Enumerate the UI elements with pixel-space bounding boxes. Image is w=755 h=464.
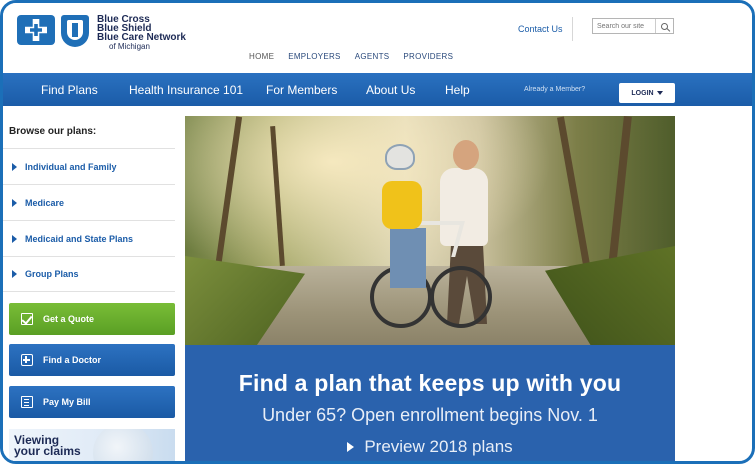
claims-line-2: your claims (14, 444, 81, 458)
play-icon (12, 198, 17, 207)
sidebar-item-medicaid[interactable]: Medicaid and State Plans (3, 220, 175, 256)
sidebar-item-group-plans[interactable]: Group Plans (3, 256, 175, 292)
search-icon (661, 22, 668, 30)
claims-photo (93, 429, 153, 461)
main-nav: Find Plans Health Insurance 101 For Memb… (3, 73, 752, 106)
bill-icon (21, 396, 33, 408)
topnav-home[interactable]: HOME (249, 52, 274, 61)
hero-headline: Find a plan that keeps up with you (238, 370, 622, 396)
pay-my-bill-button[interactable]: Pay My Bill (9, 386, 175, 418)
logo-sub: of Michigan (109, 42, 150, 51)
play-icon (347, 442, 355, 452)
caret-down-icon (656, 91, 663, 95)
logo-text: Blue Cross Blue Shield Blue Care Network… (97, 15, 186, 52)
sidebar-item-label: Individual and Family (25, 161, 117, 172)
topnav-employers[interactable]: EMPLOYERS (288, 52, 341, 61)
get-a-quote-label: Get a Quote (43, 314, 95, 324)
sidebar-title: Browse our plans: (9, 126, 97, 137)
pay-my-bill-label: Pay My Bill (43, 397, 91, 407)
find-a-doctor-button[interactable]: Find a Doctor (9, 344, 175, 376)
sidebar-item-label: Medicaid and State Plans (25, 233, 134, 244)
logo-line-3: Blue Care Network (97, 32, 186, 43)
get-a-quote-button[interactable]: Get a Quote (9, 303, 175, 335)
search-input[interactable] (593, 22, 655, 30)
sidebar-item-label: Group Plans (25, 269, 79, 279)
login-label: LOGIN (631, 89, 654, 97)
claims-title: Viewing your claims (14, 434, 81, 458)
contact-us-link[interactable]: Contact Us (518, 24, 563, 34)
nav-find-plans[interactable]: Find Plans (41, 83, 98, 97)
hero-text-band: Find a plan that keeps up with you Under… (185, 345, 675, 461)
search-button[interactable] (655, 19, 673, 33)
site-header: Blue Cross Blue Shield Blue Care Network… (3, 3, 752, 73)
viewing-claims-promo[interactable]: Viewing your claims (9, 429, 175, 461)
checkbox-icon (21, 313, 33, 325)
preview-plans-label: Preview 2018 plans (364, 437, 513, 456)
find-a-doctor-label: Find a Doctor (43, 355, 101, 365)
top-nav: HOME EMPLOYERS AGENTS PROVIDERS (249, 52, 453, 61)
blue-shield-logo-icon (61, 15, 89, 47)
hero-photo (185, 116, 675, 345)
header-divider (572, 17, 573, 41)
plus-icon (21, 354, 33, 366)
blue-cross-logo-icon (17, 15, 55, 45)
hero-subheadline: Under 65? Open enrollment begins Nov. 1 (262, 405, 598, 425)
search-box (592, 18, 674, 34)
already-member-text: Already a Member? (524, 86, 586, 93)
play-icon (12, 162, 17, 171)
topnav-agents[interactable]: AGENTS (355, 52, 390, 61)
sidebar: Browse our plans: Individual and Family … (3, 106, 175, 461)
nav-help[interactable]: Help (445, 83, 470, 97)
nav-about-us[interactable]: About Us (366, 83, 415, 97)
play-icon (12, 270, 17, 278)
hero-banner[interactable]: Find a plan that keeps up with you Under… (185, 116, 675, 461)
nav-health-insurance-101[interactable]: Health Insurance 101 (129, 83, 243, 97)
topnav-providers[interactable]: PROVIDERS (403, 52, 453, 61)
page-frame: Blue Cross Blue Shield Blue Care Network… (0, 0, 755, 464)
play-icon (12, 234, 17, 243)
preview-plans-link[interactable]: Preview 2018 plans (185, 437, 675, 457)
login-button[interactable]: LOGIN (619, 83, 675, 103)
sidebar-item-label: Medicare (25, 197, 65, 208)
sidebar-item-individual-family[interactable]: Individual and Family (3, 148, 175, 184)
nav-for-members[interactable]: For Members (266, 83, 337, 97)
sidebar-item-medicare[interactable]: Medicare (3, 184, 175, 220)
bcbs-logo[interactable]: Blue Cross Blue Shield Blue Care Network… (17, 15, 186, 51)
